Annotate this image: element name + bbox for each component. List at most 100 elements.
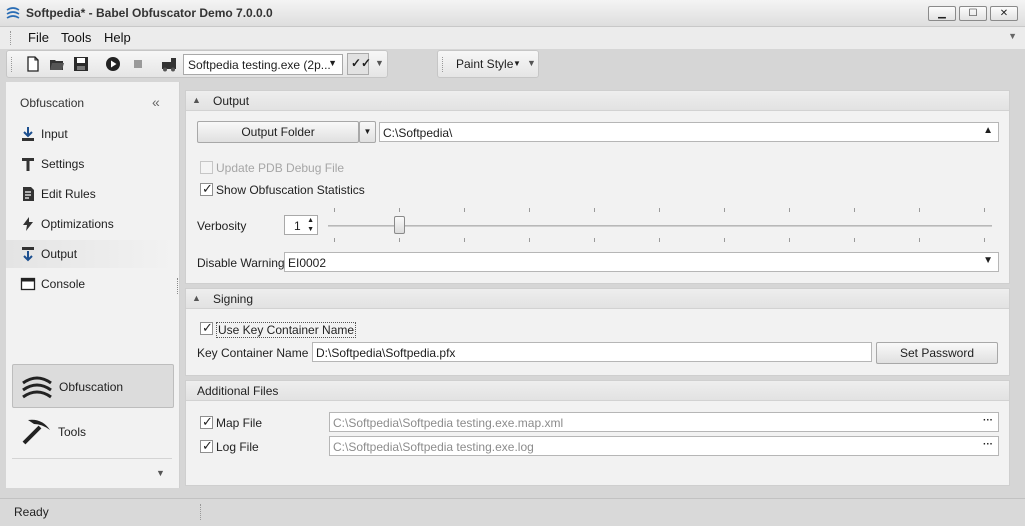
- update-pdb-checkbox[interactable]: [200, 161, 213, 174]
- use-key-container-checkbox[interactable]: [200, 320, 213, 336]
- key-container-label: Key Container Name: [197, 346, 309, 360]
- key-container-value: D:\Softpedia\Softpedia.pfx: [316, 346, 456, 360]
- sidebar: Obfuscation « Input Settings Edit Rules …: [6, 82, 180, 488]
- window-title: Softpedia* - Babel Obfuscator Demo 7.0.0…: [26, 6, 273, 20]
- slider-tick: [659, 238, 660, 242]
- log-file-label: Log File: [216, 440, 259, 454]
- slider-tick: [919, 238, 920, 242]
- check-icon: ✓✓: [351, 56, 372, 70]
- slider-tick: [464, 238, 465, 242]
- output-folder-dropdown[interactable]: ▼: [359, 121, 376, 143]
- slider-tick: [529, 208, 530, 212]
- menu-help[interactable]: Help: [104, 30, 131, 45]
- settings-icon: [22, 158, 34, 171]
- title-bar: Softpedia* - Babel Obfuscator Demo 7.0.0…: [0, 0, 1025, 27]
- sidebar-item-settings[interactable]: Settings: [6, 150, 174, 178]
- slider-tick: [854, 238, 855, 242]
- menu-grip[interactable]: [10, 31, 13, 45]
- group-obfuscation[interactable]: Obfuscation: [12, 364, 174, 408]
- sidebar-item-label: Output: [41, 247, 78, 261]
- chevron-down-icon[interactable]: ▼: [1008, 31, 1017, 41]
- browse-log-file-button[interactable]: ···: [983, 439, 993, 450]
- obfuscation-wave-icon: [22, 376, 52, 399]
- chevron-down-icon: ▼: [983, 255, 993, 266]
- group-tools[interactable]: Tools: [12, 410, 174, 454]
- update-pdb-label: Update PDB Debug File: [216, 161, 345, 175]
- browse-map-file-button[interactable]: ···: [983, 415, 993, 426]
- maximize-button[interactable]: ☐: [959, 6, 987, 21]
- output-arrow-icon: [22, 247, 34, 262]
- verbosity-slider[interactable]: [328, 205, 998, 245]
- menu-file[interactable]: File: [28, 30, 49, 45]
- edit-rules-icon: [23, 187, 34, 201]
- toolbar-overflow-icon[interactable]: ▼: [375, 58, 384, 68]
- build-icon[interactable]: [161, 56, 177, 72]
- slider-tick: [334, 238, 335, 242]
- sidebar-item-optimizations[interactable]: Optimizations: [6, 210, 174, 238]
- output-panel-title: Output: [213, 94, 250, 108]
- menu-tools[interactable]: Tools: [61, 30, 91, 45]
- slider-tick: [919, 208, 920, 212]
- slider-tick: [984, 238, 985, 242]
- open-folder-icon[interactable]: [49, 56, 65, 72]
- new-document-icon[interactable]: [25, 56, 41, 72]
- slider-track: [328, 225, 992, 227]
- sidebar-item-label: Edit Rules: [41, 187, 96, 201]
- sidebar-item-label: Settings: [41, 157, 85, 171]
- group-label: Tools: [58, 425, 87, 439]
- minimize-button[interactable]: ▁: [928, 6, 956, 21]
- output-panel-header[interactable]: ▲ Output: [186, 91, 1009, 111]
- sidebar-item-input[interactable]: Input: [6, 120, 174, 148]
- slider-tick: [789, 238, 790, 242]
- sidebar-item-output[interactable]: Output: [6, 240, 174, 268]
- output-folder-button[interactable]: Output Folder: [197, 121, 359, 143]
- output-panel: ▲ Output Output Folder ▼ C:\Softpedia\ ▲…: [185, 90, 1010, 284]
- target-assembly-combo[interactable]: Softpedia testing.exe (2p... ▼: [183, 54, 343, 75]
- verbosity-spinner[interactable]: 1 ▲ ▼: [284, 215, 318, 235]
- key-container-field[interactable]: D:\Softpedia\Softpedia.pfx: [312, 342, 872, 362]
- output-folder-field[interactable]: C:\Softpedia\ ▲: [379, 122, 999, 142]
- stop-icon[interactable]: [130, 56, 146, 72]
- additional-files-panel: Additional Files Map File C:\Softpedia\S…: [185, 380, 1010, 486]
- verbosity-value: 1: [294, 219, 301, 233]
- additional-files-header[interactable]: Additional Files: [186, 381, 1009, 401]
- sidebar-item-console[interactable]: Console: [6, 270, 174, 298]
- sidebar-item-label: Console: [41, 277, 86, 291]
- signing-panel-header[interactable]: ▲ Signing: [186, 289, 1009, 309]
- close-button[interactable]: ✕: [990, 6, 1018, 21]
- sidebar-divider: [12, 458, 172, 459]
- slider-tick: [984, 208, 985, 212]
- chevron-down-icon: ▼: [513, 59, 521, 68]
- chevron-down-icon[interactable]: ▼: [156, 468, 165, 478]
- disable-warnings-combo[interactable]: EI0002 ▼: [284, 252, 999, 272]
- slider-tick: [594, 208, 595, 212]
- run-icon[interactable]: [105, 56, 121, 72]
- sidebar-item-label: Input: [41, 127, 68, 141]
- collapse-sidebar-icon[interactable]: «: [152, 94, 160, 110]
- sidebar-item-edit-rules[interactable]: Edit Rules: [6, 180, 174, 208]
- slider-tick: [399, 238, 400, 242]
- paint-style-button[interactable]: Paint Style: [456, 57, 513, 71]
- toolbar-grip[interactable]: [11, 57, 14, 72]
- log-file-checkbox[interactable]: [200, 438, 213, 454]
- status-text: Ready: [14, 505, 49, 519]
- map-file-checkbox[interactable]: [200, 414, 213, 430]
- toolbar-overflow-icon[interactable]: ▼: [527, 58, 536, 68]
- set-password-button[interactable]: Set Password: [876, 342, 998, 364]
- slider-thumb[interactable]: [394, 216, 405, 234]
- app-logo-icon: [6, 7, 20, 19]
- sidebar-item-label: Optimizations: [41, 217, 114, 231]
- log-file-field[interactable]: C:\Softpedia\Softpedia testing.exe.log ·…: [329, 436, 999, 456]
- chevron-up-icon: ▲: [192, 95, 201, 105]
- check-button[interactable]: ✓✓: [347, 53, 372, 75]
- show-statistics-checkbox[interactable]: [200, 181, 213, 197]
- sidebar-splitter[interactable]: [177, 278, 179, 294]
- toolbar-grip[interactable]: [442, 57, 445, 72]
- log-file-value: C:\Softpedia\Softpedia testing.exe.log: [333, 440, 534, 454]
- map-file-field[interactable]: C:\Softpedia\Softpedia testing.exe.map.x…: [329, 412, 999, 432]
- save-icon[interactable]: [73, 56, 89, 72]
- slider-tick: [594, 238, 595, 242]
- slider-tick: [854, 208, 855, 212]
- signing-panel-title: Signing: [213, 292, 254, 306]
- slider-tick: [789, 208, 790, 212]
